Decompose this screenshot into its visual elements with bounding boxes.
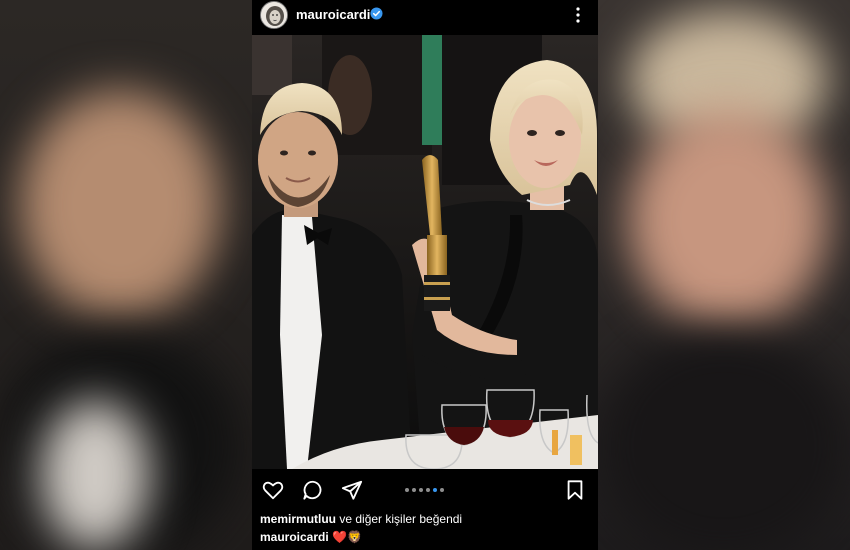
carousel-dot (440, 488, 444, 492)
carousel-dot (426, 488, 430, 492)
comment-icon[interactable] (302, 479, 324, 501)
send-icon[interactable] (341, 479, 363, 501)
liker-username[interactable]: memirmutluu (260, 512, 336, 526)
post-photo[interactable] (252, 35, 598, 469)
post-actions (252, 469, 598, 509)
carousel-dot (419, 488, 423, 492)
avatar[interactable] (260, 1, 288, 29)
heart-icon[interactable] (262, 479, 284, 501)
carousel-dot (405, 488, 409, 492)
bookmark-icon[interactable] (564, 479, 586, 501)
photo-illustration (252, 35, 598, 469)
post-username[interactable]: mauroicardi (296, 7, 370, 22)
caption-text: ❤️🦁 (332, 530, 362, 544)
lion-avatar-icon (261, 2, 287, 28)
blurred-backdrop-right (598, 0, 850, 550)
carousel-indicator (405, 488, 444, 492)
post-header: mauroicardi (252, 0, 598, 35)
more-vertical-icon[interactable] (570, 4, 586, 24)
likes-suffix[interactable]: ve diğer kişiler beğendi (339, 512, 462, 526)
instagram-post: mauroicardi memirmutluu ve diğer kişiler… (252, 0, 598, 550)
caption-line: mauroicardi ❤️🦁 (260, 530, 362, 544)
blurred-backdrop-left (0, 0, 252, 550)
carousel-dot-active (433, 488, 437, 492)
caption-username[interactable]: mauroicardi (260, 530, 329, 544)
verified-badge-icon (370, 7, 383, 20)
carousel-dot (412, 488, 416, 492)
likes-line: memirmutluu ve diğer kişiler beğendi (260, 512, 462, 526)
